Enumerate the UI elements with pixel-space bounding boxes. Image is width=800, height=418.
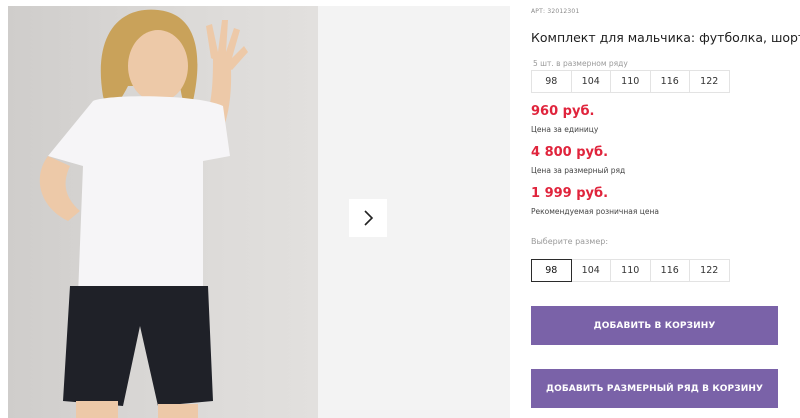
- product-sku: АРТ: 32012301: [531, 8, 580, 15]
- size-range-list: 98 104 110 116 122: [531, 70, 730, 93]
- boy-photo-illustration: [39, 9, 248, 418]
- retail-price-label: Рекомендуемая розничная цена: [531, 207, 659, 216]
- chevron-right-icon: [364, 210, 374, 226]
- size-picker: 98 104 110 116 122: [531, 259, 730, 282]
- size-option-98[interactable]: 98: [531, 259, 572, 282]
- size-option-122[interactable]: 122: [689, 259, 730, 282]
- product-title: Комплект для мальчика: футболка, шорты: [531, 30, 800, 45]
- range-price-label: Цена за размерный ряд: [531, 166, 626, 175]
- unit-price-label: Цена за единицу: [531, 125, 599, 134]
- retail-price: 1 999 руб.: [531, 186, 609, 201]
- size-option-110[interactable]: 110: [610, 259, 651, 282]
- add-to-cart-button[interactable]: ДОБАВИТЬ В КОРЗИНУ: [531, 306, 778, 345]
- size-range-item: 110: [610, 70, 651, 93]
- gallery-next-button[interactable]: [349, 199, 387, 237]
- size-range-item: 98: [531, 70, 572, 93]
- size-picker-label: Выберите размер:: [531, 237, 609, 246]
- product-gallery: [8, 6, 510, 418]
- add-size-range-to-cart-button[interactable]: ДОБАВИТЬ РАЗМЕРНЫЙ РЯД В КОРЗИНУ: [531, 369, 778, 408]
- product-photo: [8, 6, 318, 418]
- range-price: 4 800 руб.: [531, 145, 609, 160]
- product-page: АРТ: 32012301 Комплект для мальчика: фут…: [0, 0, 800, 418]
- unit-price: 960 руб.: [531, 104, 595, 119]
- size-option-104[interactable]: 104: [570, 259, 611, 282]
- size-option-116[interactable]: 116: [649, 259, 690, 282]
- size-range-note: 5 шт. в размерном ряду: [533, 59, 628, 68]
- size-range-item: 104: [570, 70, 611, 93]
- size-range-item: 116: [649, 70, 690, 93]
- size-range-item: 122: [689, 70, 730, 93]
